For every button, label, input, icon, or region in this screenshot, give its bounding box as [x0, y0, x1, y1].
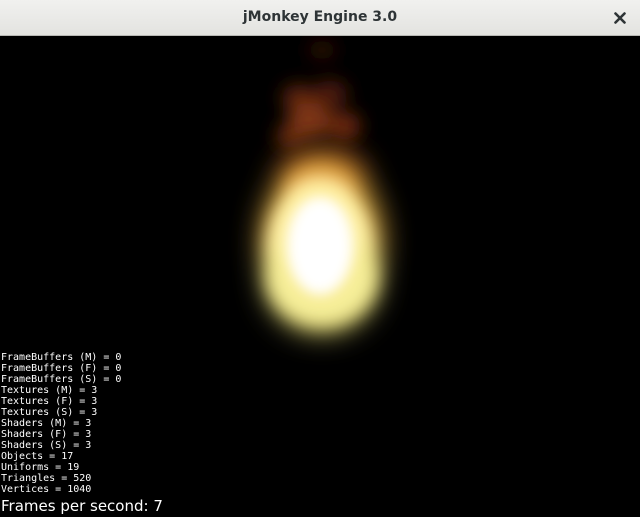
title-bar[interactable]: jMonkey Engine 3.0	[0, 0, 640, 36]
stat-line: Triangles = 520	[1, 473, 92, 484]
stat-line: Uniforms = 19	[1, 462, 80, 473]
stat-line: FrameBuffers (F) = 0	[1, 363, 122, 374]
stat-line: FrameBuffers (M) = 0	[1, 352, 122, 363]
stat-line: Objects = 17	[1, 451, 74, 462]
stat-line: Textures (M) = 3	[1, 385, 98, 396]
stat-line: Shaders (M) = 3	[1, 418, 92, 429]
stat-line: Shaders (S) = 3	[1, 440, 92, 451]
render-viewport[interactable]: FrameBuffers (M) = 0 FrameBuffers (F) = …	[0, 36, 640, 517]
fps-counter: Frames per second: 7	[1, 497, 163, 515]
stat-line: Shaders (F) = 3	[1, 429, 92, 440]
smoke-puffs	[276, 40, 361, 148]
render-stats: FrameBuffers (M) = 0 FrameBuffers (F) = …	[1, 352, 121, 495]
stat-line: Vertices = 1040	[1, 484, 92, 495]
close-x-icon	[614, 12, 626, 24]
stat-line: FrameBuffers (S) = 0	[1, 374, 122, 385]
app-window: jMonkey Engine 3.0 FrameBuffers (M) = 0 …	[0, 0, 640, 517]
window-title: jMonkey Engine 3.0	[242, 9, 398, 25]
stat-line: Textures (F) = 3	[1, 396, 98, 407]
close-button[interactable]	[610, 8, 630, 28]
flame-core	[276, 182, 364, 306]
stat-line: Textures (S) = 3	[1, 407, 98, 418]
